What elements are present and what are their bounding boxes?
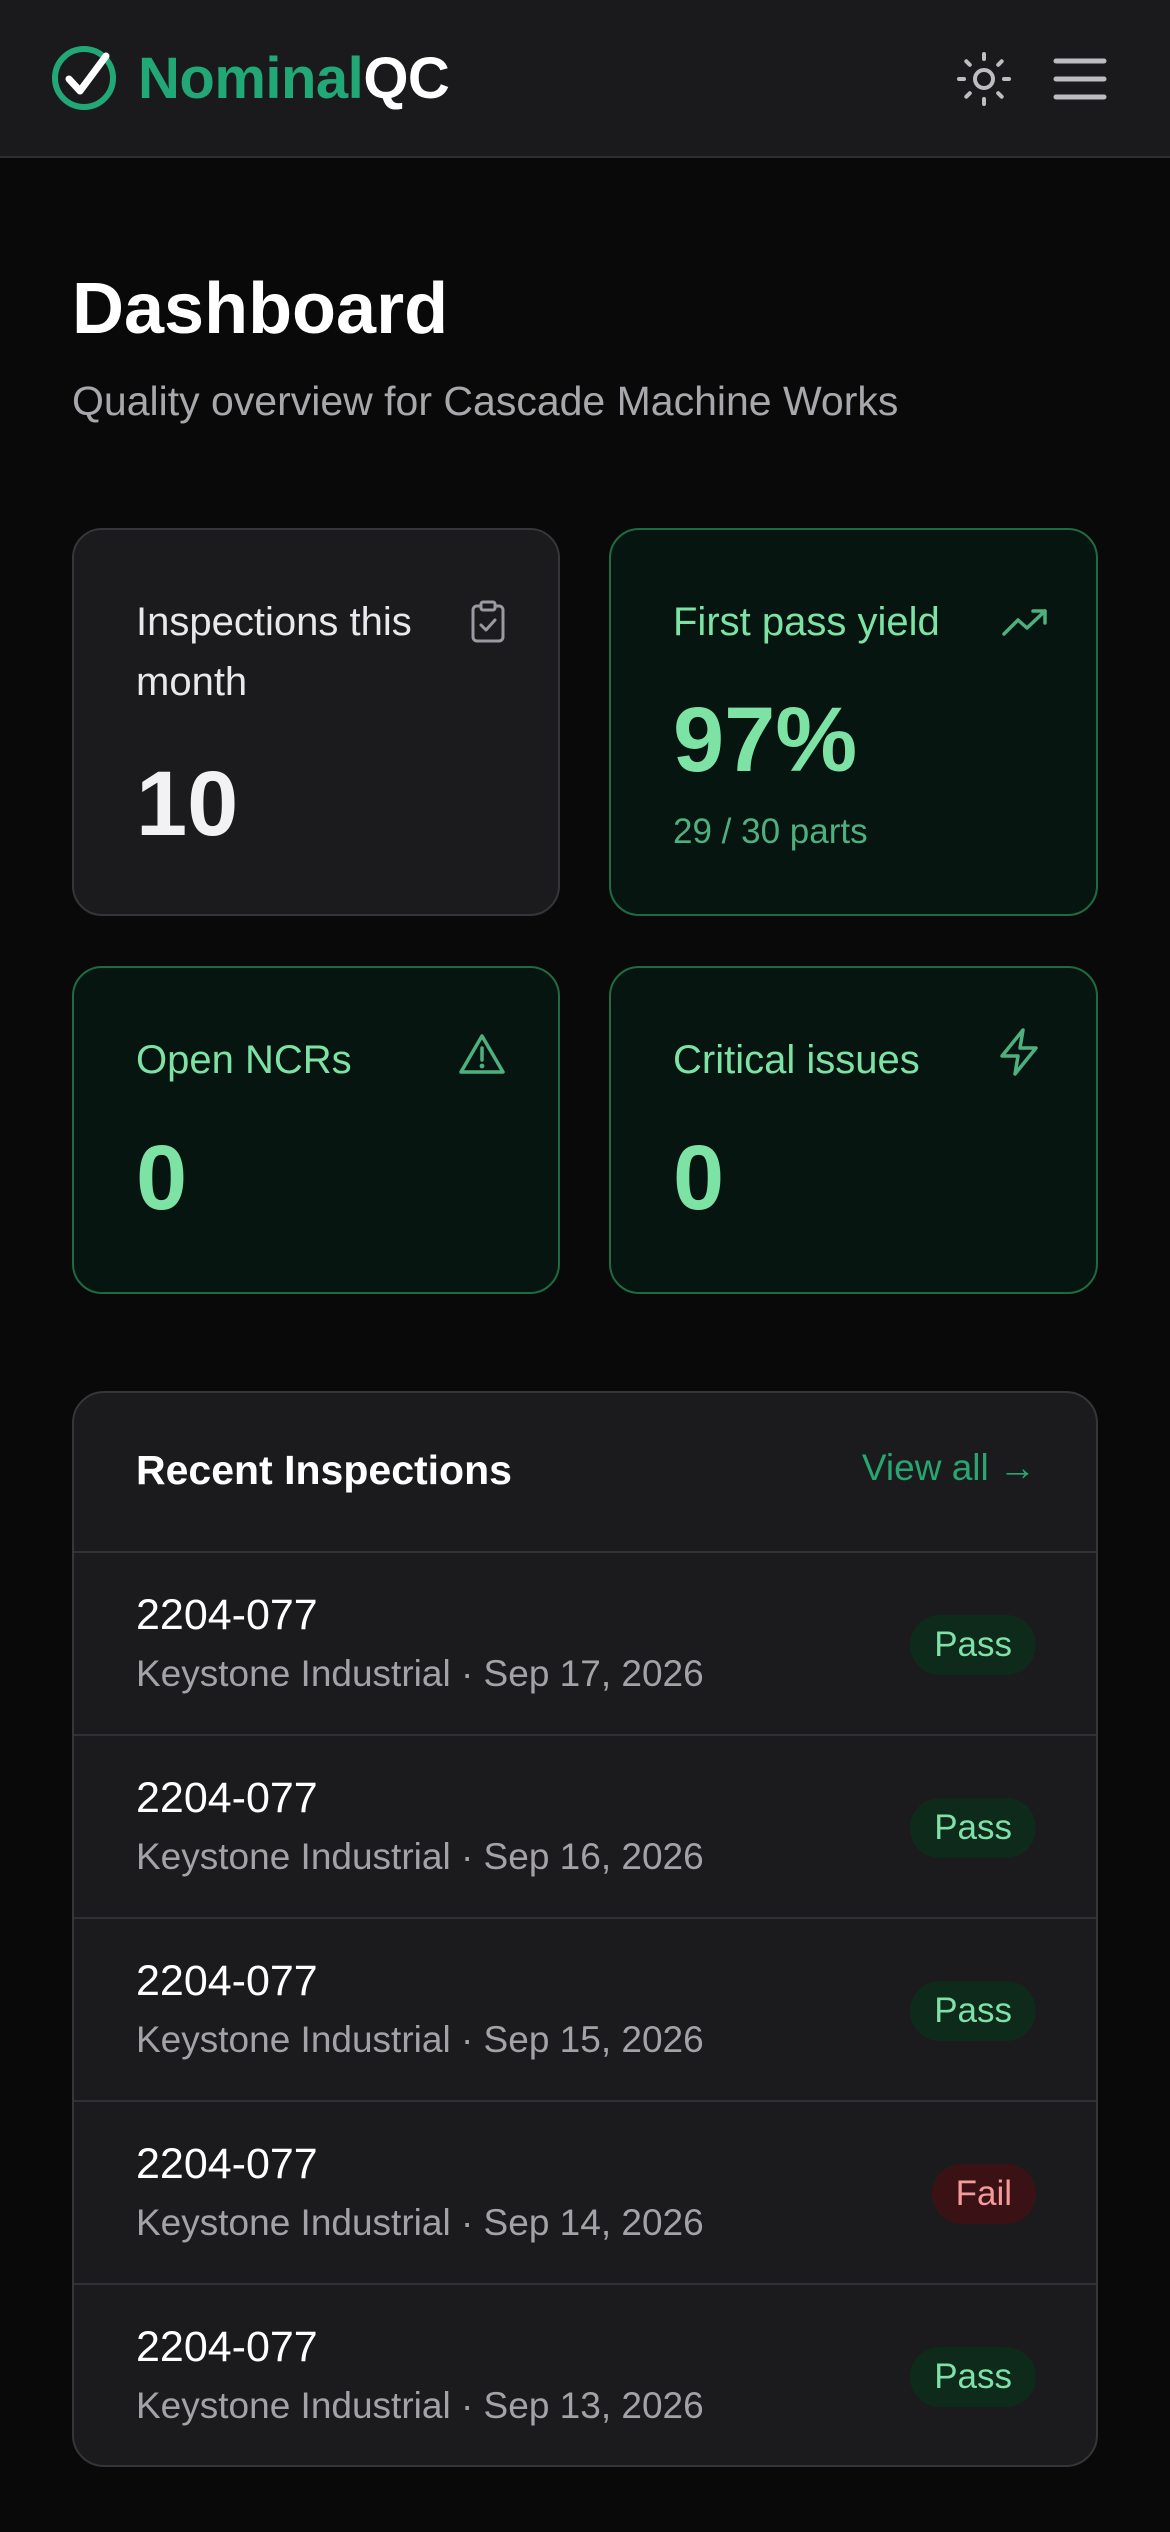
- inspections-label: Inspections this month: [136, 600, 412, 704]
- critical-issues-label: Critical issues: [673, 1038, 920, 1082]
- inspection-meta: Keystone Industrial · Sep 14, 2026: [136, 2202, 704, 2243]
- inspection-meta: Keystone Industrial · Sep 15, 2026: [136, 2019, 704, 2060]
- alert-triangle-icon: [454, 1026, 510, 1082]
- recent-inspections-title: Recent Inspections: [136, 1447, 512, 1493]
- brand-name-suffix: QC: [363, 45, 450, 111]
- trending-up-icon: [997, 594, 1053, 650]
- inspection-id: 2204-077: [136, 1591, 318, 1639]
- inspection-row[interactable]: 2204-077 Keystone Industrial · Sep 14, 2…: [74, 2102, 1096, 2285]
- view-all-link[interactable]: View all →: [862, 1447, 1036, 1489]
- open-ncrs-value: 0: [136, 1127, 188, 1229]
- status-badge: Pass: [910, 1615, 1036, 1675]
- status-badge: Fail: [931, 2164, 1036, 2224]
- inspections-card[interactable]: Inspections this month 10: [72, 528, 560, 916]
- status-badge: Pass: [910, 1981, 1036, 2041]
- hamburger-menu-icon: [1053, 58, 1107, 100]
- check-circle-icon: [52, 46, 116, 110]
- yield-value: 97%: [673, 689, 858, 791]
- open-ncrs-label: Open NCRs: [136, 1038, 352, 1082]
- inspection-meta: Keystone Industrial · Sep 16, 2026: [136, 1836, 704, 1877]
- inspection-row[interactable]: 2204-077 Keystone Industrial · Sep 16, 2…: [74, 1736, 1096, 1919]
- open-ncrs-card[interactable]: Open NCRs 0: [72, 966, 560, 1294]
- inspection-id: 2204-077: [136, 1957, 318, 2005]
- inspections-value: 10: [136, 753, 239, 855]
- page-title: Dashboard: [72, 269, 449, 349]
- inspection-row[interactable]: 2204-077 Keystone Industrial · Sep 15, 2…: [74, 1919, 1096, 2102]
- recent-inspections-panel: Recent Inspections View all → 2204-077 K…: [72, 1391, 1098, 2467]
- app-header: NominalQC: [0, 0, 1170, 158]
- yield-label: First pass yield: [673, 600, 940, 644]
- inspection-row[interactable]: 2204-077 Keystone Industrial · Sep 13, 2…: [74, 2285, 1096, 2465]
- first-pass-yield-card[interactable]: First pass yield 97% 29 / 30 parts: [609, 528, 1098, 916]
- critical-issues-value: 0: [673, 1127, 725, 1229]
- yield-parts-subtext: 29 / 30 parts: [673, 812, 868, 851]
- theme-toggle-button[interactable]: [950, 45, 1018, 113]
- inspection-row[interactable]: 2204-077 Keystone Industrial · Sep 17, 2…: [74, 1553, 1096, 1736]
- lightning-icon: [991, 1024, 1047, 1080]
- menu-button[interactable]: [1046, 45, 1114, 113]
- brand-logo[interactable]: NominalQC: [50, 42, 450, 114]
- inspection-id: 2204-077: [136, 2323, 318, 2371]
- status-badge: Pass: [910, 1798, 1036, 1858]
- clipboard-check-icon: [460, 594, 516, 650]
- sun-icon: [957, 52, 1011, 106]
- page-subtitle: Quality overview for Cascade Machine Wor…: [72, 378, 899, 424]
- inspection-id: 2204-077: [136, 1774, 318, 1822]
- brand-name: NominalQC: [138, 45, 450, 112]
- inspection-meta: Keystone Industrial · Sep 17, 2026: [136, 1653, 704, 1694]
- recent-inspections-header: Recent Inspections View all →: [74, 1393, 1096, 1553]
- brand-name-primary: Nominal: [138, 45, 364, 111]
- inspection-meta: Keystone Industrial · Sep 13, 2026: [136, 2385, 704, 2426]
- status-badge: Pass: [910, 2347, 1036, 2407]
- inspection-id: 2204-077: [136, 2140, 318, 2188]
- critical-issues-card[interactable]: Critical issues 0: [609, 966, 1098, 1294]
